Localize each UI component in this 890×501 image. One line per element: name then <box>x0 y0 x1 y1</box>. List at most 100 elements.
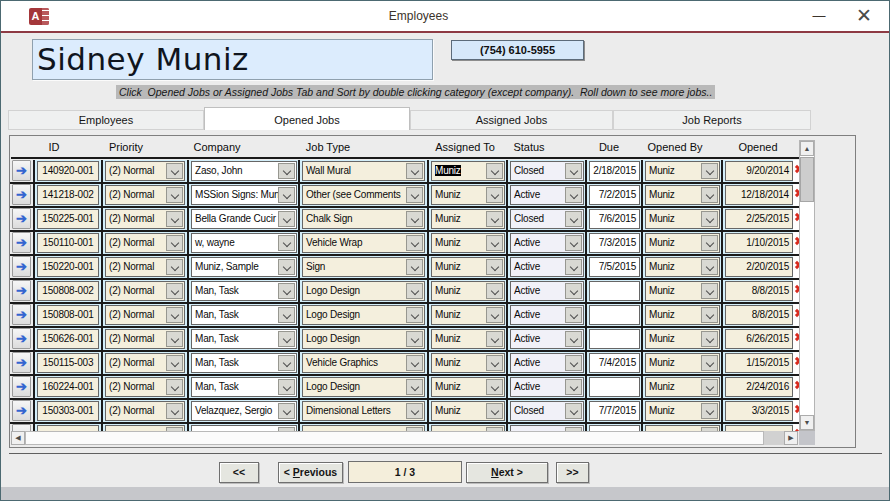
column-header-opened[interactable]: Opened <box>738 141 777 156</box>
due-field[interactable] <box>589 305 640 325</box>
dropdown-button[interactable] <box>701 283 718 299</box>
job-type-field[interactable]: Logo Design <box>302 329 425 349</box>
id-field[interactable]: 160224-001 <box>37 377 99 397</box>
job-type-field[interactable]: Other (see Comments <box>302 185 425 205</box>
due-field[interactable]: 7/7/2015 <box>589 401 640 421</box>
column-header-company[interactable]: Company <box>193 141 240 156</box>
id-field[interactable]: 150220-001 <box>37 257 99 277</box>
record-selector-button[interactable]: ➔ <box>12 400 31 421</box>
due-field[interactable] <box>589 329 640 349</box>
opened-by-field[interactable]: Muniz <box>645 209 720 229</box>
opened-by-field[interactable]: Muniz <box>645 161 720 181</box>
due-field[interactable]: 7/4/2015 <box>589 353 640 373</box>
job-type-field[interactable]: Wall Mural <box>302 161 425 181</box>
assigned-to-field[interactable]: Muniz <box>431 305 505 325</box>
due-field[interactable] <box>589 377 640 397</box>
job-type-field[interactable]: Logo Design <box>302 281 425 301</box>
tab-opened-jobs[interactable]: Opened Jobs <box>204 107 410 130</box>
dropdown-button[interactable] <box>406 331 423 347</box>
previous-page-button[interactable]: < Previous <box>278 462 343 483</box>
opened-field[interactable]: 12/18/2014 <box>725 185 793 205</box>
dropdown-button[interactable] <box>486 259 503 275</box>
dropdown-button[interactable] <box>166 211 183 227</box>
opened-field[interactable]: 1/15/2015 <box>725 353 793 373</box>
column-header-status[interactable]: Status <box>513 141 544 156</box>
dropdown-button[interactable] <box>166 187 183 203</box>
due-field[interactable]: 7/5/2015 <box>589 257 640 277</box>
status-field[interactable]: Active <box>510 329 584 349</box>
dropdown-button[interactable] <box>486 307 503 323</box>
column-header-id[interactable]: ID <box>49 141 60 156</box>
column-header-assigned-to[interactable]: Assigned To <box>435 141 495 156</box>
status-field[interactable]: Active <box>510 233 584 253</box>
dropdown-button[interactable] <box>166 235 183 251</box>
assigned-to-field[interactable]: Muniz <box>431 329 505 349</box>
opened-field[interactable]: 9/20/2014 <box>725 161 793 181</box>
dropdown-button[interactable] <box>486 211 503 227</box>
dropdown-button[interactable] <box>278 355 295 371</box>
dropdown-button[interactable] <box>406 355 423 371</box>
opened-field[interactable]: 2/24/2016 <box>725 377 793 397</box>
status-field[interactable]: Active <box>510 353 584 373</box>
dropdown-button[interactable] <box>406 187 423 203</box>
record-selector-button[interactable]: ➔ <box>12 160 31 181</box>
record-selector-button[interactable]: ➔ <box>12 424 31 431</box>
dropdown-button[interactable] <box>565 187 582 203</box>
record-selector-button[interactable]: ➔ <box>12 208 31 229</box>
due-field[interactable]: 7/3/2015 <box>589 233 640 253</box>
dropdown-button[interactable] <box>278 187 295 203</box>
dropdown-button[interactable] <box>406 163 423 179</box>
status-field[interactable]: Active <box>510 305 584 325</box>
opened-field[interactable]: 8/8/2015 <box>725 281 793 301</box>
dropdown-button[interactable] <box>406 259 423 275</box>
job-type-field[interactable]: Dimensional Letters <box>302 401 425 421</box>
dropdown-button[interactable] <box>701 403 718 419</box>
opened-field[interactable]: 3/3/2015 <box>725 401 793 421</box>
opened-by-field[interactable]: Muniz <box>645 233 720 253</box>
dropdown-button[interactable] <box>406 379 423 395</box>
company-field[interactable]: Man, Task <box>191 329 297 349</box>
record-selector-button[interactable]: ➔ <box>12 232 31 253</box>
record-selector-button[interactable]: ➔ <box>12 352 31 373</box>
job-type-field[interactable]: Vehicle Wrap <box>302 233 425 253</box>
id-field[interactable]: 141218-002 <box>37 185 99 205</box>
id-field[interactable]: 150626-001 <box>37 329 99 349</box>
dropdown-button[interactable] <box>486 235 503 251</box>
dropdown-button[interactable] <box>565 331 582 347</box>
dropdown-button[interactable] <box>278 331 295 347</box>
dropdown-button[interactable] <box>701 211 718 227</box>
dropdown-button[interactable] <box>565 283 582 299</box>
opened-by-field[interactable]: Muniz <box>645 185 720 205</box>
tab-assigned-jobs[interactable]: Assigned Jobs <box>410 110 613 130</box>
close-button[interactable]: ✕ <box>848 1 880 31</box>
opened-by-field[interactable]: Muniz <box>645 257 720 277</box>
dropdown-button[interactable] <box>565 403 582 419</box>
status-field[interactable]: Active <box>510 377 584 397</box>
priority-field[interactable]: (2) Normal <box>105 377 185 397</box>
priority-field[interactable]: (2) Normal <box>105 305 185 325</box>
priority-field[interactable]: (2) Normal <box>105 329 185 349</box>
dropdown-button[interactable] <box>701 355 718 371</box>
first-page-button[interactable]: << <box>219 462 259 483</box>
dropdown-button[interactable] <box>701 331 718 347</box>
job-type-field[interactable]: Vehicle Graphics <box>302 353 425 373</box>
dropdown-button[interactable] <box>565 379 582 395</box>
record-selector-button[interactable]: ➔ <box>12 304 31 325</box>
opened-by-field[interactable]: Muniz <box>645 401 720 421</box>
dropdown-button[interactable] <box>565 355 582 371</box>
status-field[interactable]: Active <box>510 257 584 277</box>
dropdown-button[interactable] <box>406 283 423 299</box>
dropdown-button[interactable] <box>565 307 582 323</box>
assigned-to-field[interactable]: Muniz <box>431 377 505 397</box>
dropdown-button[interactable] <box>166 283 183 299</box>
assigned-to-field[interactable]: Muniz <box>431 401 505 421</box>
priority-field[interactable]: (2) Normal <box>105 353 185 373</box>
column-header-due[interactable]: Due <box>599 141 619 156</box>
dropdown-button[interactable] <box>406 235 423 251</box>
opened-by-field[interactable]: Muniz <box>645 377 720 397</box>
due-field[interactable]: 7/6/2015 <box>589 209 640 229</box>
dropdown-button[interactable] <box>166 259 183 275</box>
vertical-scroll-thumb[interactable] <box>800 157 814 202</box>
job-type-field[interactable]: Logo Design <box>302 305 425 325</box>
dropdown-button[interactable] <box>701 259 718 275</box>
